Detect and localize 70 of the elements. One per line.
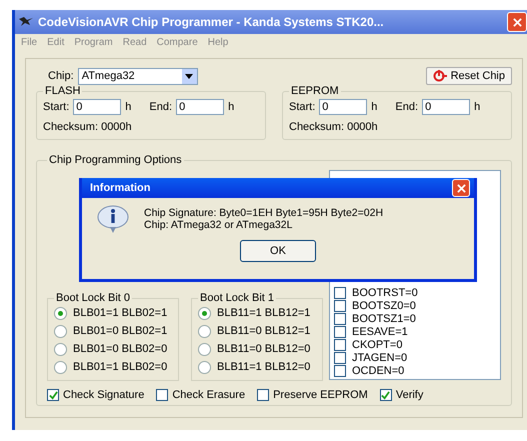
radio-label: BLB11=0 BLB12=1 — [217, 325, 310, 337]
window-title: CodeVisionAVR Chip Programmer - Kanda Systems STK20... — [38, 15, 385, 29]
unit-label: h — [474, 101, 480, 113]
close-icon — [456, 184, 466, 192]
end-label: End: — [149, 101, 172, 113]
fuse-label: JTAGEN=0 — [352, 352, 408, 364]
checkbox-label: Check Erasure — [172, 389, 246, 401]
checkbox[interactable] — [156, 389, 168, 401]
radio-label: BLB11=1 BLB12=1 — [217, 307, 310, 319]
checkbox[interactable] — [334, 338, 346, 350]
close-icon — [512, 18, 522, 26]
reset-chip-button[interactable]: Reset Chip — [426, 67, 512, 85]
radio-label: BLB11=0 BLB12=0 — [217, 343, 310, 355]
ok-button[interactable]: OK — [240, 240, 316, 262]
checkbox[interactable] — [47, 389, 59, 401]
fuse-label: BOOTSZ1=0 — [352, 312, 416, 324]
checksum-text: Checksum: 0000h — [43, 121, 133, 133]
radio-button[interactable] — [198, 360, 211, 374]
fuse-label: BOOTSZ0=0 — [352, 300, 416, 312]
radio-button[interactable] — [54, 306, 67, 320]
message-text: Chip: ATmega32 or ATmega32L — [144, 219, 294, 231]
group-title: FLASH — [44, 85, 82, 97]
end-field[interactable]: 0 — [176, 99, 224, 115]
end-field[interactable]: 0 — [422, 99, 470, 115]
checkbox[interactable] — [257, 389, 270, 401]
fuse-label: CKOPT=0 — [352, 338, 402, 350]
radio-button[interactable] — [54, 360, 67, 374]
chip-dropdown[interactable]: ATmega32 — [78, 68, 198, 84]
close-button[interactable] — [507, 12, 527, 32]
radio-button[interactable] — [198, 324, 211, 338]
checkbox-label: Check Signature — [63, 389, 144, 401]
radio-label: BLB11=1 BLB12=0 — [217, 361, 310, 373]
radio-button[interactable] — [198, 342, 211, 356]
checkbox[interactable] — [380, 389, 392, 401]
unit-label: h — [371, 101, 378, 113]
start-label: Start: — [289, 101, 316, 113]
unit-label: h — [228, 101, 234, 113]
start-field[interactable]: 0 — [73, 99, 122, 115]
checksum-text: Checksum: 0000h — [289, 121, 379, 133]
fuse-label: BOOTRST=0 — [352, 286, 418, 298]
group-title: Chip Programming Options — [48, 154, 183, 166]
fuse-label: OCDEN=0 — [352, 364, 404, 376]
radio-button[interactable] — [198, 306, 211, 320]
start-label: Start: — [43, 101, 70, 113]
group-title: Boot Lock Bit 1 — [199, 292, 275, 304]
radio-label: BLB01=1 BLB02=0 — [73, 361, 168, 373]
radio-button[interactable] — [54, 324, 67, 338]
group-title: Boot Lock Bit 0 — [55, 292, 131, 304]
dialog-title: Information — [90, 182, 150, 194]
chip-label: Chip: — [48, 70, 74, 82]
checkbox-label: Verify — [396, 389, 424, 401]
checkbox[interactable] — [334, 312, 346, 324]
end-label: End: — [395, 101, 418, 113]
radio-label: BLB01=1 BLB02=1 — [73, 307, 168, 319]
start-field[interactable]: 0 — [319, 99, 368, 115]
info-icon — [96, 204, 130, 234]
checkbox[interactable] — [334, 352, 346, 364]
close-button[interactable] — [452, 179, 470, 197]
checkbox[interactable] — [334, 300, 346, 312]
checkbox-label: Preserve EEPROM — [273, 389, 368, 401]
radio-label: BLB01=0 BLB02=0 — [73, 343, 168, 355]
radio-label: BLB01=0 BLB02=1 — [73, 325, 168, 337]
radio-button[interactable] — [54, 342, 67, 356]
checkbox[interactable] — [334, 286, 346, 298]
unit-label: h — [125, 101, 132, 113]
checkbox[interactable] — [334, 326, 346, 338]
message-text: Chip Signature: Byte0=1EH Byte1=95H Byte2=02H — [144, 207, 384, 219]
fuse-label: EESAVE=1 — [352, 326, 408, 338]
checkbox[interactable] — [334, 364, 346, 376]
group-title: EEPROM — [290, 85, 340, 97]
